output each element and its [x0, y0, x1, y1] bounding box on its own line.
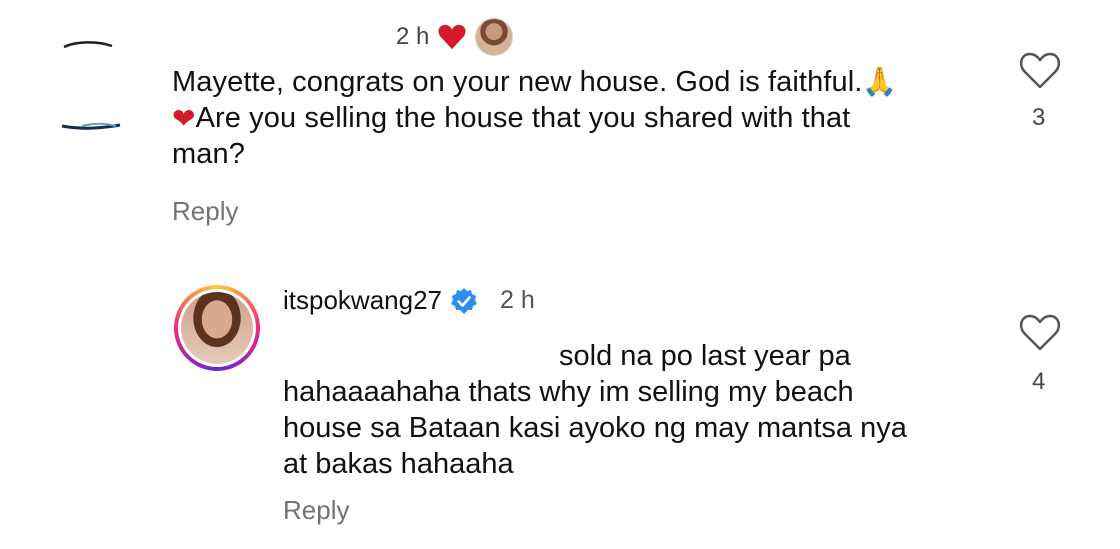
like-count: 4 — [1032, 368, 1046, 395]
comment-time: 2 h — [396, 23, 430, 50]
reply-button[interactable]: Reply — [283, 495, 349, 526]
reply-text-line: house sa Bataan kasi ayoko ng may mantsa… — [283, 412, 907, 444]
like-count: 3 — [1032, 104, 1046, 131]
heart-outline-icon[interactable] — [1018, 312, 1062, 352]
comment-text-line: Are you selling the house that you share… — [195, 102, 851, 134]
cropped-avatar-fragment — [63, 41, 113, 48]
reply-header: itspokwang27 2 h — [283, 285, 535, 316]
username[interactable]: itspokwang27 — [283, 285, 442, 316]
comment-text-line: man? — [172, 138, 245, 170]
comment-meta: 2 h — [396, 18, 514, 56]
creator-liked-avatar — [475, 18, 514, 56]
reply-button[interactable]: Reply — [172, 196, 238, 227]
heart-outline-icon[interactable] — [1018, 50, 1062, 90]
praying-hands-emoji: 🙏 — [862, 66, 898, 97]
heart-emoji: ❤ — [172, 103, 196, 134]
heart-filled-icon — [438, 24, 466, 50]
reply-time: 2 h — [500, 286, 535, 314]
verified-badge-icon — [451, 287, 477, 314]
reply-text-line: at bakas hahaaha — [283, 448, 514, 480]
comment-text: Mayette, congrats on your new house. God… — [172, 64, 962, 172]
reply-text-line: hahaaaahaha thats why im selling my beac… — [283, 376, 854, 408]
avatar[interactable] — [174, 285, 260, 371]
reply-text-line: sold na po last year pa — [559, 340, 851, 372]
avatar-frame — [178, 289, 256, 367]
cropped-avatar-fragment — [61, 122, 121, 130]
avatar-photo — [181, 292, 253, 364]
comment-text-line: Mayette, congrats on your new house. God… — [172, 66, 863, 98]
reply-text: sold na po last year pa hahaaaahaha that… — [283, 338, 983, 482]
